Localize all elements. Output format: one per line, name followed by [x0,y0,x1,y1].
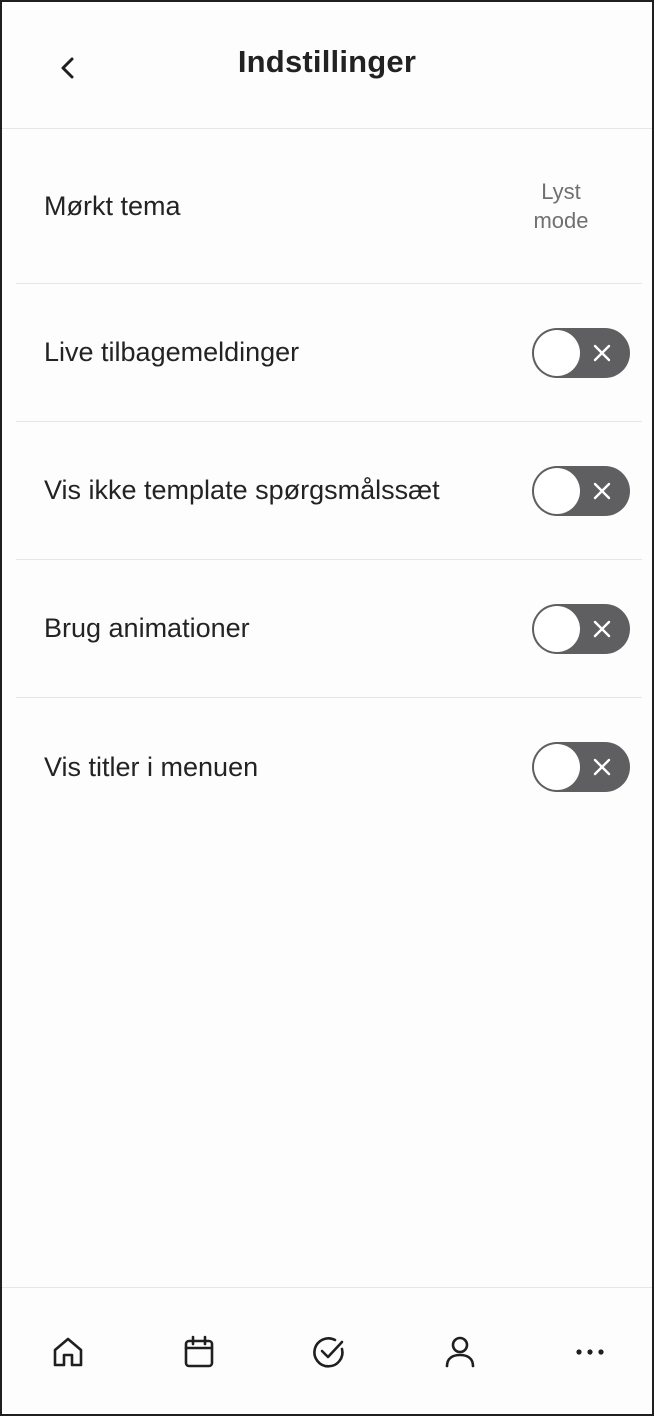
setting-label: Mørkt tema [44,190,181,221]
nav-tasks[interactable] [307,1330,351,1374]
toggle-knob [534,467,580,514]
close-icon [593,620,611,637]
setting-show-menu-titles: Vis titler i menuen [16,698,642,836]
app-screen: Indstillinger Mørkt tema Lyst mode Live … [0,0,654,1416]
theme-mode-value-line2: mode [533,208,589,233]
more-icon [576,1349,604,1355]
toggle-knob [534,605,580,652]
close-icon [593,758,611,776]
setting-live-feedback: Live tilbagemeldinger [16,284,642,422]
bottom-nav [2,1287,652,1414]
setting-label: Vis titler i menuen [44,751,259,782]
setting-use-animations: Brug animationer [16,560,642,698]
setting-hide-template-question-sets: Vis ikke template spørgsmålssæt [16,422,642,560]
setting-label: Live tilbagemeldinger [44,337,300,367]
nav-profile[interactable] [438,1330,482,1374]
setting-label: Brug animationer [44,613,250,643]
hide-template-question-sets-toggle[interactable] [532,465,630,516]
home-icon [53,1337,83,1367]
use-animations-toggle[interactable] [532,603,630,654]
user-icon [445,1336,475,1368]
show-menu-titles-toggle[interactable] [532,742,630,792]
header: Indstillinger [2,2,652,129]
setting-label: Vis ikke template spørgsmålssæt [44,475,440,505]
toggle-knob [534,329,580,376]
calendar-icon [184,1335,214,1368]
close-icon [593,344,611,361]
check-circle-icon [313,1337,344,1368]
theme-mode-selector[interactable]: Lyst mode [516,177,606,235]
close-icon [593,482,611,499]
nav-calendar[interactable] [177,1330,221,1374]
settings-list: Mørkt tema Lyst mode Live tilbagemelding… [16,129,642,836]
theme-mode-value-line1: Lyst [541,179,581,204]
toggle-knob [534,744,580,790]
page-title: Indstillinger [237,44,417,79]
nav-home[interactable] [46,1330,90,1374]
setting-dark-theme: Mørkt tema Lyst mode [16,129,642,284]
nav-more[interactable] [568,1330,612,1374]
live-feedback-toggle[interactable] [532,327,630,378]
